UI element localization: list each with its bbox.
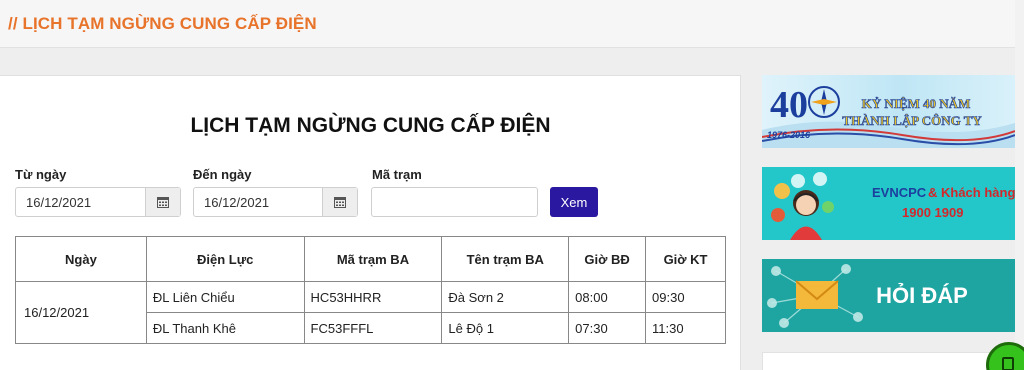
to-date-field[interactable]: 16/12/2021 [193, 187, 358, 217]
hotline-title-a: EVNCPC [872, 185, 927, 200]
sidebar-widget [762, 352, 1015, 370]
anniversary-years: 1976-2016 [767, 130, 811, 140]
station-label: Mã trạm [372, 167, 422, 182]
operator-avatar-icon [790, 190, 822, 240]
anniversary-line1: KỶ NIỆM 40 NĂM [862, 96, 971, 111]
table-header-row: Ngày Điện Lực Mã trạm BA Tên trạm BA Giờ… [15, 236, 726, 282]
anniversary-logo-number: 40 [770, 84, 808, 126]
hotline-title-b: & Khách hàng [928, 185, 1015, 200]
from-date-label: Từ ngày [15, 167, 67, 182]
station-code-input[interactable] [371, 187, 538, 217]
cell-station-name: Lê Độ 1 [441, 312, 570, 344]
page-title: LỊCH TẠM NGỪNG CUNG CẤP ĐIỆN [190, 114, 551, 137]
breadcrumb: // LỊCH TẠM NGỪNG CUNG CẤP ĐIỆN [8, 14, 317, 33]
cell-date: 16/12/2021 [15, 281, 147, 344]
page-edge [1015, 0, 1024, 370]
breadcrumb-bar: // LỊCH TẠM NGỪNG CUNG CẤP ĐIỆN [0, 0, 1015, 48]
col-header-start-time: Giờ BĐ [568, 236, 647, 282]
col-header-date: Ngày [15, 236, 147, 282]
cell-start-time: 07:30 [568, 312, 647, 344]
hotline-banner[interactable]: EVNCPC & Khách hàng 1900 1909 [762, 167, 1015, 240]
from-date-field[interactable]: 16/12/2021 [15, 187, 181, 217]
col-header-station-name: Tên trạm BA [441, 236, 570, 282]
chat-icon [1002, 357, 1014, 370]
calendar-icon[interactable] [145, 188, 180, 216]
table-row: 16/12/2021 ĐL Liên Chiểu HC53HHRR Đà Sơn… [15, 281, 726, 344]
anniversary-line2: THÀNH LẬP CÔNG TY [842, 113, 982, 128]
main-panel: LỊCH TẠM NGỪNG CUNG CẤP ĐIỆN Từ ngày Đến… [0, 75, 741, 370]
anniversary-banner[interactable]: 40 1976-2016 KỶ NIỆM 40 NĂM THÀNH LẬP CÔ… [762, 75, 1015, 148]
cell-power-company: ĐL Thanh Khê [145, 312, 305, 344]
from-date-value[interactable]: 16/12/2021 [16, 188, 145, 216]
faq-title: HỎI ĐÁP [876, 283, 968, 308]
cell-station-code: FC53FFFL [303, 312, 443, 344]
view-button[interactable]: Xem [550, 187, 598, 217]
cell-power-company: ĐL Liên Chiểu [145, 281, 305, 313]
to-date-value[interactable]: 16/12/2021 [194, 188, 322, 216]
outage-table: Ngày Điện Lực Mã trạm BA Tên trạm BA Giờ… [15, 236, 726, 344]
hotline-phone: 1900 1909 [902, 205, 963, 220]
calendar-icon[interactable] [322, 188, 357, 216]
col-header-power-company: Điện Lực [145, 236, 305, 282]
col-header-station-code: Mã trạm BA [303, 236, 443, 282]
cell-station-code: HC53HHRR [303, 281, 443, 313]
cell-end-time: 09:30 [645, 281, 726, 313]
cell-station-name: Đà Sơn 2 [441, 281, 570, 313]
to-date-label: Đến ngày [193, 167, 252, 182]
floating-chat-button[interactable] [986, 342, 1024, 370]
cell-end-time: 11:30 [645, 312, 726, 344]
faq-banner[interactable]: HỎI ĐÁP [762, 259, 1015, 332]
col-header-end-time: Giờ KT [645, 236, 726, 282]
envelope-icon [795, 280, 839, 309]
cell-start-time: 08:00 [568, 281, 647, 313]
